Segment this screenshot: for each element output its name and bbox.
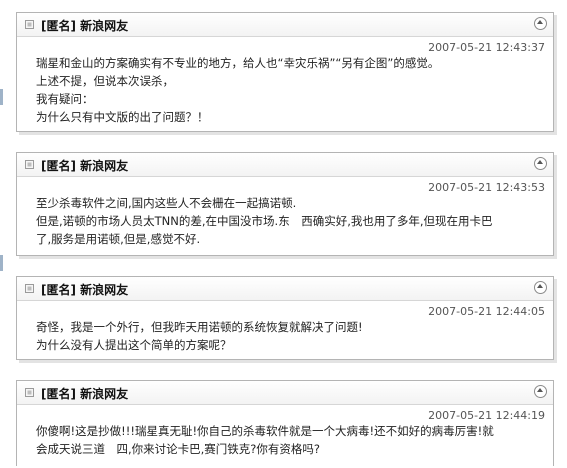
comment-text-line: 你傻啊!这是抄做!!!瑞星真无耻!你自己的杀毒软件就是一个大病毒!还不如好的病毒… — [36, 424, 494, 438]
comment-timestamp: 2007-05-21 12:43:53 — [428, 181, 545, 194]
comment-header: [匿名] 新浪网友 — [17, 153, 553, 177]
bullet-icon — [25, 388, 34, 397]
comment-card: [匿名] 新浪网友 2007-05-21 12:43:53 至少杀毒软件之间,国… — [16, 152, 554, 256]
comment-text-line: 为什么只有中文版的出了问题？！ — [36, 110, 209, 124]
comment-text-line: 上述不提，但说本次误杀， — [36, 74, 174, 88]
comment-header: [匿名] 新浪网友 — [17, 381, 553, 405]
comment-text-line: 奇怪，我是一个外行，但我昨天用诺顿的系统恢复就解决了问题! — [36, 320, 363, 334]
comment-text-line: 为什么没有人提出这个简单的方案呢？ — [36, 338, 232, 352]
comment-text-line: 我有疑问： — [36, 92, 94, 106]
comment-text-line: 至少杀毒软件之间,国内这些人不会栅在一起搞诺顿. — [36, 196, 297, 210]
comment-body: 2007-05-21 12:44:05 奇怪，我是一个外行，但我昨天用诺顿的系统… — [17, 301, 553, 354]
comment-card: [匿名] 新浪网友 2007-05-21 12:44:19 你傻啊!这是抄做!!… — [16, 380, 554, 466]
comment-body: 2007-05-21 12:44:19 你傻啊!这是抄做!!!瑞星真无耻!你自己… — [17, 405, 553, 458]
collapse-toggle-icon[interactable] — [534, 281, 547, 294]
comment-timestamp: 2007-05-21 12:43:37 — [428, 41, 545, 54]
comment-author: [匿名] 新浪网友 — [41, 159, 129, 173]
bullet-icon — [25, 284, 34, 293]
bullet-icon — [25, 20, 34, 29]
collapse-toggle-icon[interactable] — [534, 157, 547, 170]
comment-timestamp: 2007-05-21 12:44:19 — [428, 409, 545, 422]
comment-header: [匿名] 新浪网友 — [17, 277, 553, 301]
left-edge-marker — [0, 255, 3, 271]
comment-text-line: 会成天说三道 四,你来讨论卡巴,赛门铁克?你有资格吗? — [36, 442, 321, 456]
comment-author: [匿名] 新浪网友 — [41, 283, 129, 297]
comment-body: 2007-05-21 12:43:37 瑞星和金山的方案确实有不专业的地方，给人… — [17, 37, 553, 126]
collapse-toggle-icon[interactable] — [534, 17, 547, 30]
comment-author: [匿名] 新浪网友 — [41, 387, 129, 401]
comment-author: [匿名] 新浪网友 — [41, 19, 129, 33]
comment-header: [匿名] 新浪网友 — [17, 13, 553, 37]
comment-card: [匿名] 新浪网友 2007-05-21 12:43:37 瑞星和金山的方案确实… — [16, 12, 554, 132]
collapse-toggle-icon[interactable] — [534, 385, 547, 398]
comment-text-line: 但是,诺顿的市场人员太TNN的差,在中国没市场.东 西确实好,我也用了多年,但现… — [36, 214, 493, 228]
comment-timestamp: 2007-05-21 12:44:05 — [428, 305, 545, 318]
comment-text-line: 了,服务是用诺顿,但是,感觉不好. — [36, 232, 201, 246]
comment-text-line: 瑞星和金山的方案确实有不专业的地方，给人也“幸灾乐祸”“另有企图”的感觉。 — [36, 56, 440, 70]
left-edge-marker — [0, 89, 3, 105]
bullet-icon — [25, 160, 34, 169]
comment-body: 2007-05-21 12:43:53 至少杀毒软件之间,国内这些人不会栅在一起… — [17, 177, 553, 248]
comment-card: [匿名] 新浪网友 2007-05-21 12:44:05 奇怪，我是一个外行，… — [16, 276, 554, 360]
